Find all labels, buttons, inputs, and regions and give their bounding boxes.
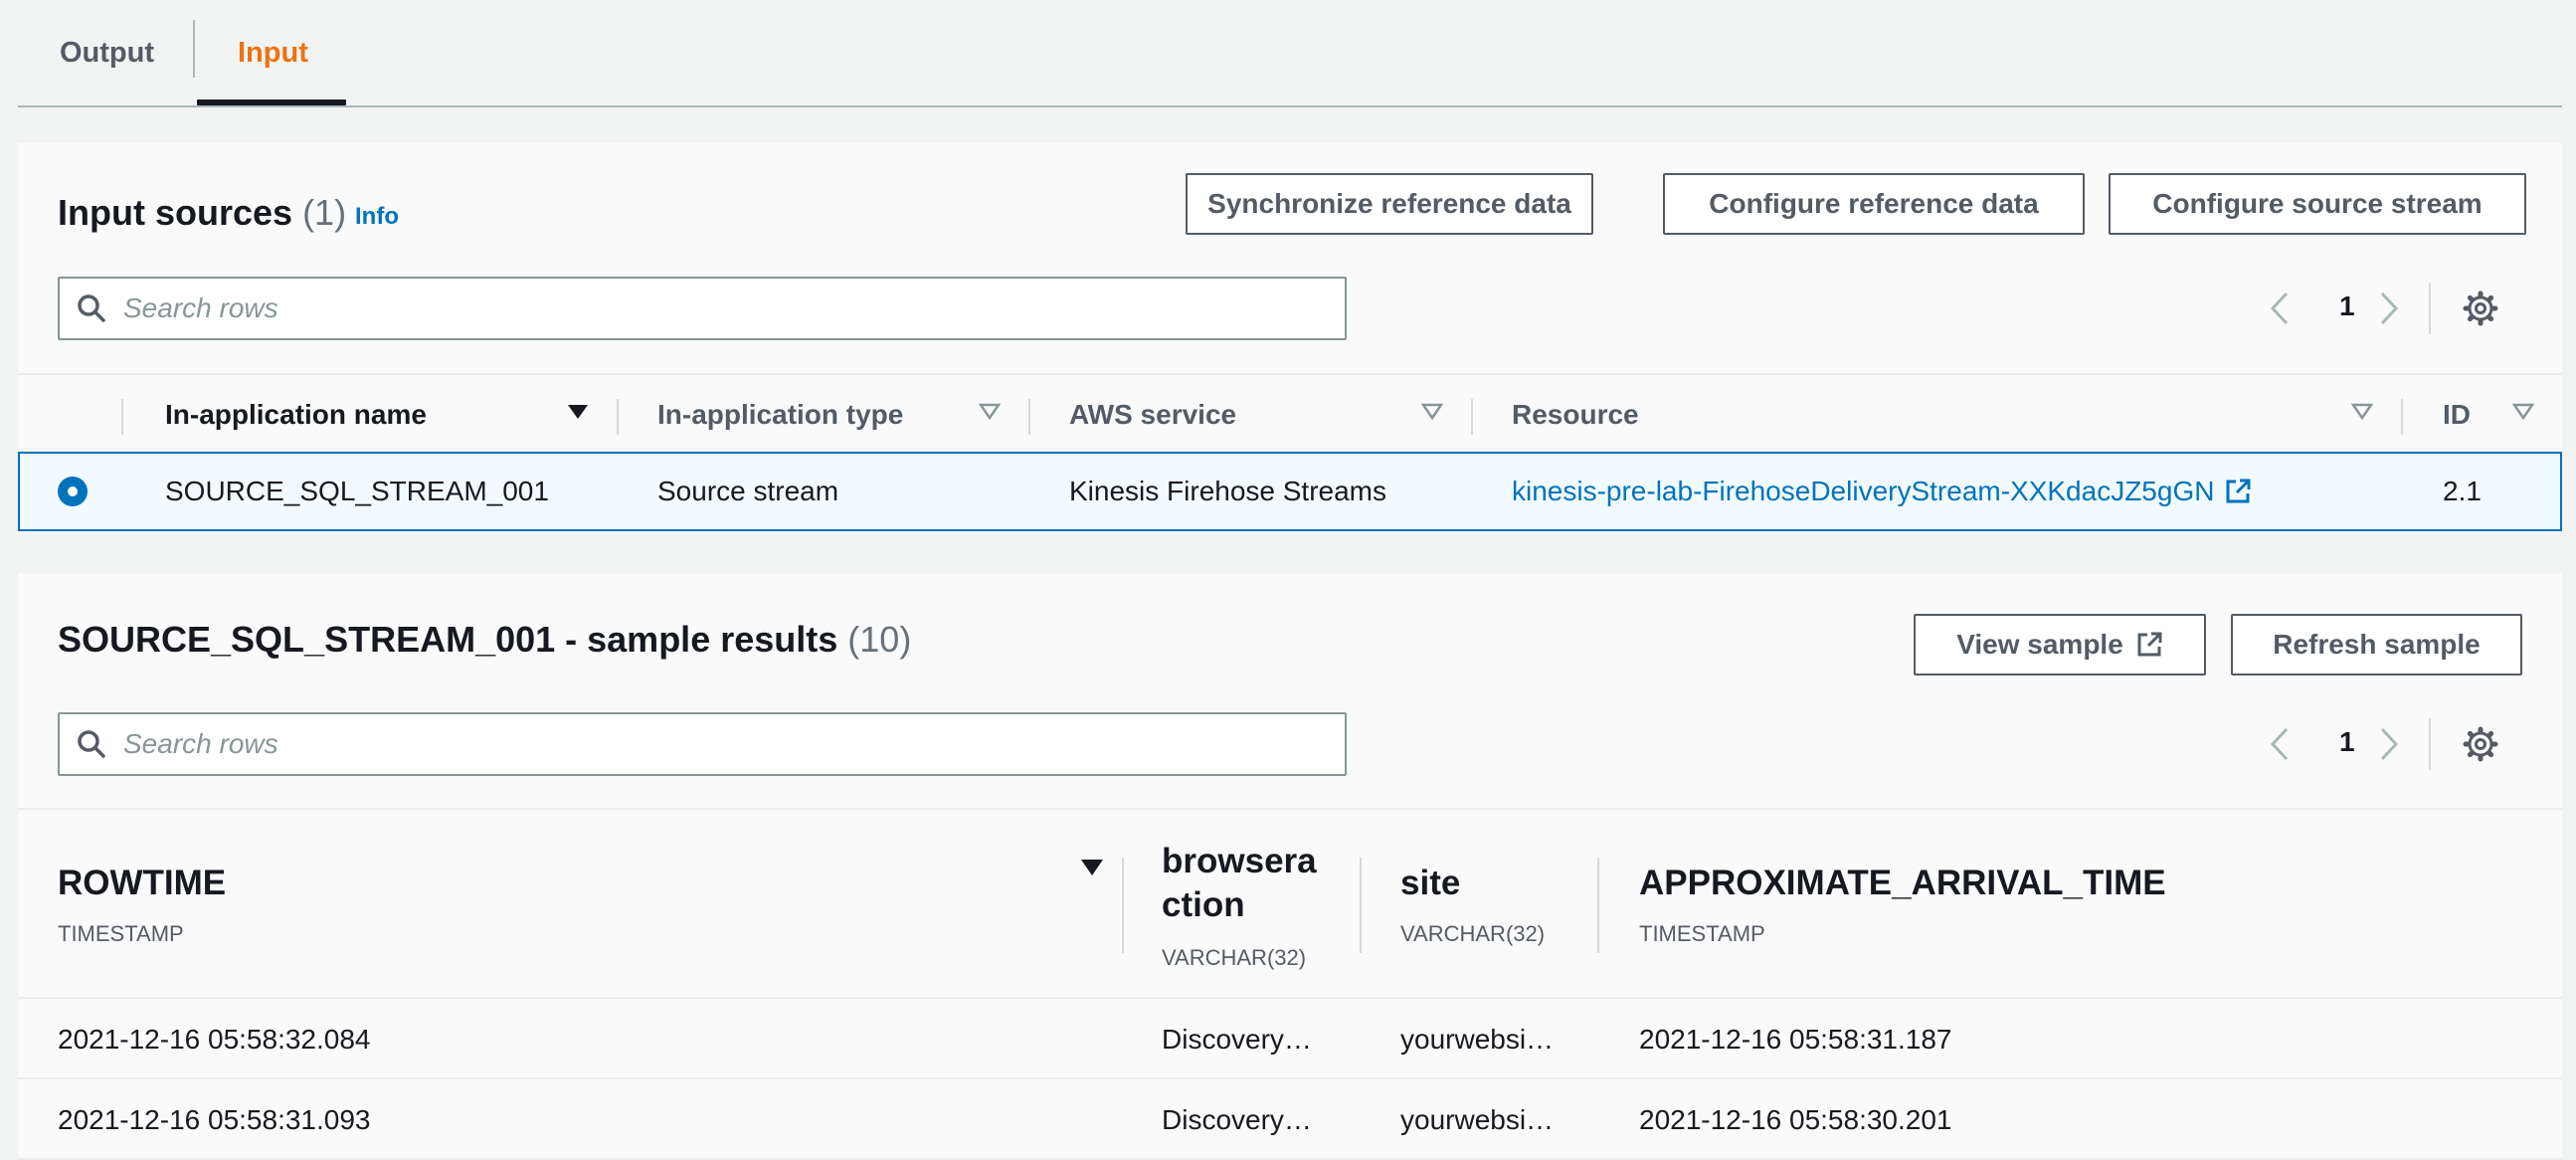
pagination: 1	[2260, 277, 2558, 340]
chevron-right-icon	[2380, 727, 2399, 761]
tab-divider	[193, 20, 195, 78]
table-row[interactable]: 2021-12-16 05:58:31.093 Discovery… yourw…	[18, 1080, 2562, 1160]
input-sources-title: Input sources (1)	[58, 192, 346, 234]
sort-icon[interactable]	[2512, 403, 2534, 421]
pager-divider	[2429, 283, 2431, 334]
active-tab-indicator	[197, 99, 346, 105]
column-header-aws-service[interactable]: AWS service	[1069, 375, 1236, 455]
column-header-in-application-type[interactable]: In-application type	[657, 375, 903, 455]
external-link-icon	[2226, 479, 2251, 503]
input-sources-count: (1)	[302, 192, 347, 233]
resource-link[interactable]: kinesis-pre-lab-FirehoseDeliveryStream-X…	[1512, 454, 2252, 529]
column-header-resource[interactable]: Resource	[1512, 375, 1639, 455]
cell-browseraction: Discovery…	[1162, 1024, 1312, 1055]
column-header-approximate-arrival-time[interactable]: APPROXIMATE_ARRIVAL_TIME	[1639, 862, 2166, 905]
configure-reference-data-button[interactable]: Configure reference data	[1663, 173, 2085, 235]
chevron-left-icon	[2270, 727, 2289, 761]
column-header-rowtime[interactable]: ROWTIME	[58, 862, 226, 905]
cell-site: yourwebsi…	[1400, 1104, 1555, 1135]
sort-descending-icon[interactable]	[567, 403, 589, 421]
current-page[interactable]: 1	[2339, 726, 2355, 758]
cell-rowtime: 2021-12-16 05:58:31.093	[58, 1104, 371, 1135]
column-divider	[1360, 858, 1362, 953]
next-page-button[interactable]	[2369, 724, 2409, 764]
column-divider	[121, 399, 123, 435]
sort-icon[interactable]	[2351, 403, 2373, 421]
cell-approximate-arrival-time: 2021-12-16 05:58:31.187	[1639, 1024, 1952, 1055]
column-divider	[617, 399, 619, 435]
column-type-approximate-arrival-time: TIMESTAMP	[1639, 921, 1765, 946]
previous-page-button[interactable]	[2260, 289, 2300, 328]
search-icon	[60, 279, 123, 338]
column-divider	[1122, 858, 1124, 953]
settings-button[interactable]	[2459, 722, 2502, 766]
search-input[interactable]	[123, 728, 1317, 760]
sample-results-title: SOURCE_SQL_STREAM_001 - sample results (…	[58, 619, 911, 661]
search-box	[58, 277, 1347, 340]
next-page-button[interactable]	[2369, 289, 2409, 328]
column-type-site: VARCHAR(32)	[1400, 921, 1546, 946]
view-sample-label: View sample	[1956, 629, 2123, 660]
cell-approximate-arrival-time: 2021-12-16 05:58:30.201	[1639, 1104, 1952, 1135]
column-header-in-application-name[interactable]: In-application name	[165, 375, 427, 455]
sort-icon[interactable]	[1421, 403, 1443, 421]
view-sample-button[interactable]: View sample	[1914, 614, 2206, 676]
cell-rowtime: 2021-12-16 05:58:32.084	[58, 1024, 371, 1055]
refresh-sample-button[interactable]: Refresh sample	[2231, 614, 2522, 676]
column-type-rowtime: TIMESTAMP	[58, 921, 184, 946]
resource-link-text[interactable]: kinesis-pre-lab-FirehoseDeliveryStream-X…	[1512, 476, 2214, 507]
configure-source-stream-button[interactable]: Configure source stream	[2109, 173, 2526, 235]
sample-results-table-header: ROWTIME TIMESTAMP browsera ction VARCHAR…	[18, 808, 2562, 999]
pager-divider	[2429, 718, 2431, 770]
table-row[interactable]: SOURCE_SQL_STREAM_001 Source stream Kine…	[18, 452, 2562, 531]
gear-icon	[2463, 726, 2498, 762]
chevron-left-icon	[2270, 291, 2289, 325]
sort-descending-icon[interactable]	[1080, 858, 1104, 877]
sort-icon[interactable]	[979, 403, 1001, 421]
cell-in-application-name: SOURCE_SQL_STREAM_001	[165, 476, 549, 506]
column-type-browseraction: VARCHAR(32)	[1162, 945, 1307, 970]
cell-browseraction: Discovery…	[1162, 1104, 1312, 1135]
tab-input[interactable]: Input	[238, 0, 308, 105]
previous-page-button[interactable]	[2260, 724, 2300, 764]
chevron-right-icon	[2380, 291, 2399, 325]
column-header-browseraction[interactable]: browsera ction	[1162, 840, 1317, 927]
cell-aws-service: Kinesis Firehose Streams	[1069, 476, 1387, 506]
pagination: 1	[2260, 712, 2558, 776]
table-row[interactable]: 2021-12-16 05:58:32.084 Discovery… yourw…	[18, 1000, 2562, 1079]
column-divider	[1597, 858, 1599, 953]
sample-results-title-text: SOURCE_SQL_STREAM_001 - sample results	[58, 619, 838, 660]
info-link[interactable]: Info	[355, 203, 399, 231]
column-header-site[interactable]: site	[1400, 862, 1460, 905]
search-icon	[60, 714, 123, 774]
search-box	[58, 712, 1347, 776]
row-radio-button[interactable]	[58, 477, 88, 506]
column-header-id[interactable]: ID	[2443, 375, 2471, 455]
external-link-icon	[2137, 632, 2162, 657]
cell-in-application-type: Source stream	[657, 476, 839, 506]
current-page[interactable]: 1	[2339, 290, 2355, 322]
column-divider	[1471, 399, 1473, 435]
input-sources-table-header: In-application name In-application type …	[18, 373, 2562, 453]
gear-icon	[2463, 290, 2498, 326]
column-divider	[1028, 399, 1030, 435]
input-sources-title-text: Input sources	[58, 192, 293, 233]
cell-id: 2.1	[2443, 476, 2482, 506]
cell-site: yourwebsi…	[1400, 1024, 1555, 1055]
search-input[interactable]	[123, 292, 1317, 324]
column-divider	[2401, 399, 2403, 435]
sample-results-count: (10)	[847, 619, 912, 660]
column-header-browseraction-line1: browsera	[1162, 842, 1317, 880]
tab-bar: Output Input	[18, 0, 2562, 107]
input-sources-panel: Input sources (1) Info Synchronize refer…	[18, 142, 2562, 532]
sample-results-panel: SOURCE_SQL_STREAM_001 - sample results (…	[18, 573, 2562, 1160]
synchronize-reference-data-button[interactable]: Synchronize reference data	[1186, 173, 1593, 235]
column-header-browseraction-line2: ction	[1162, 885, 1245, 924]
settings-button[interactable]	[2459, 287, 2502, 330]
tab-output[interactable]: Output	[60, 0, 154, 105]
